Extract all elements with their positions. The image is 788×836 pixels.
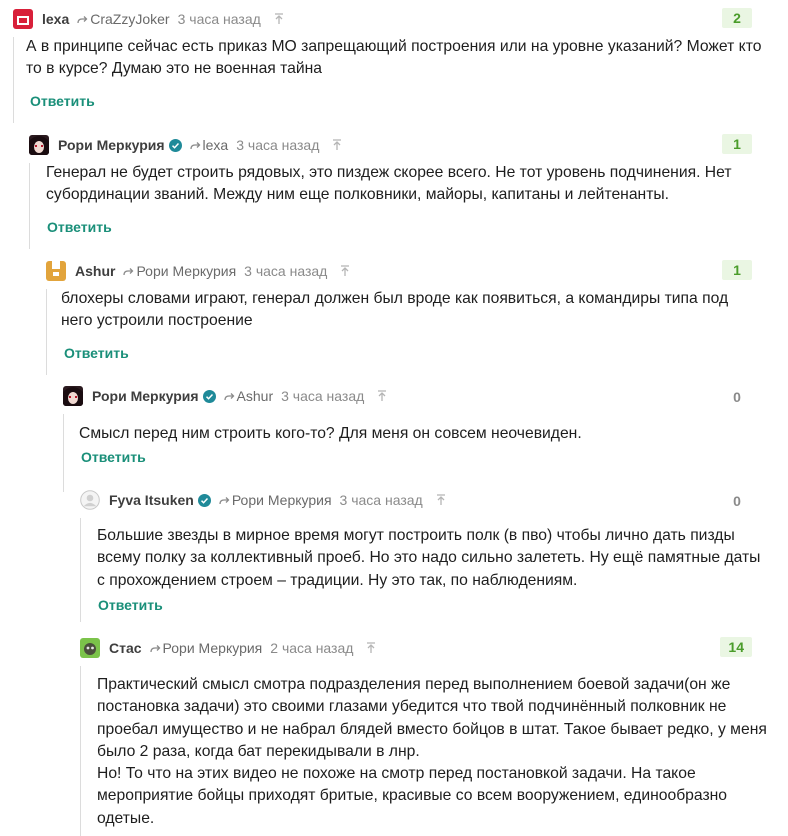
reply-to-name: Ashur [236, 388, 274, 404]
reply-to-name: Рори Меркурия [162, 640, 263, 656]
reply-arrow-icon [223, 392, 234, 400]
go-to-parent-icon[interactable] [377, 390, 387, 402]
rating-score: 2 [722, 8, 752, 28]
reply-to[interactable]: Рори Меркурия [123, 263, 236, 279]
verified-badge-icon [197, 493, 211, 507]
timestamp[interactable]: 3 часа назад [178, 11, 261, 27]
author-name[interactable]: Ashur [75, 263, 115, 279]
reply-to[interactable]: Рори Меркурия [219, 492, 332, 508]
reply-to-name: lexa [202, 137, 229, 153]
reply-to-name: Рори Меркурия [231, 492, 332, 508]
comment-text: Смысл перед ним строить кого-то? Для мен… [79, 425, 582, 442]
reply-to-name: Рори Меркурия [136, 263, 237, 279]
avatar[interactable] [46, 261, 66, 281]
reply-to[interactable]: lexa [189, 137, 229, 153]
reply-arrow-icon [149, 644, 160, 652]
reply-arrow-icon [189, 141, 200, 149]
verified-badge-icon [168, 138, 182, 152]
verified-badge-icon [202, 389, 216, 403]
reply-button[interactable]: Ответить [30, 93, 95, 109]
timestamp[interactable]: 3 часа назад [340, 492, 423, 508]
comment-header: Ashur Рори Меркурия 3 часа назад [46, 261, 350, 281]
comment-text: блохеры словами играют, генерал должен б… [61, 290, 729, 330]
comment-text: Генерал не будет строить рядовых, это пи… [46, 164, 732, 204]
reply-arrow-icon [123, 267, 134, 275]
go-to-parent-icon[interactable] [332, 139, 342, 151]
avatar[interactable] [29, 135, 49, 155]
rating-score: 0 [733, 389, 741, 405]
reply-button[interactable]: Ответить [98, 597, 163, 613]
thread-line[interactable] [29, 163, 30, 249]
timestamp[interactable]: 3 часа назад [281, 388, 364, 404]
go-to-parent-icon[interactable] [340, 265, 350, 277]
comment-text: А в принципе сейчас есть приказ МО запре… [26, 38, 762, 78]
thread-line[interactable] [46, 289, 47, 375]
go-to-parent-icon[interactable] [274, 13, 284, 25]
reply-to-name: CraZzyJoker [90, 11, 170, 27]
comment-text: Практический смысл смотра подразделения … [97, 676, 767, 827]
go-to-parent-icon[interactable] [436, 494, 446, 506]
author-name[interactable]: Стас [109, 640, 142, 656]
rating-score: 0 [733, 493, 741, 509]
reply-to[interactable]: Ashur [223, 388, 274, 404]
avatar[interactable] [13, 9, 33, 29]
timestamp[interactable]: 2 часа назад [270, 640, 353, 656]
reply-arrow-icon [77, 15, 88, 23]
thread-line[interactable] [63, 414, 64, 492]
reply-button[interactable]: Ответить [47, 219, 112, 235]
reply-to[interactable]: Рори Меркурия [149, 640, 263, 656]
reply-button[interactable]: Ответить [64, 345, 129, 361]
reply-button[interactable]: Ответить [81, 449, 146, 465]
thread-line[interactable] [13, 37, 14, 123]
thread-line[interactable] [80, 666, 81, 836]
author-name[interactable]: Fyva Itsuken [109, 492, 194, 508]
rating-score: 1 [722, 134, 752, 154]
comment-text: Большие звезды в мирное время могут пост… [97, 527, 761, 589]
avatar[interactable] [80, 638, 100, 658]
avatar[interactable] [63, 386, 83, 406]
reply-arrow-icon [219, 496, 230, 504]
rating-score: 1 [722, 260, 752, 280]
author-name[interactable]: Рори Меркурия [58, 137, 165, 153]
reply-to[interactable]: CraZzyJoker [77, 11, 170, 27]
comment-header: Стас Рори Меркурия 2 часа назад [80, 638, 376, 658]
comment-header: Рори Меркурия Ashur 3 часа назад [63, 386, 387, 406]
author-name[interactable]: lexa [42, 11, 69, 27]
timestamp[interactable]: 3 часа назад [244, 263, 327, 279]
go-to-parent-icon[interactable] [366, 642, 376, 654]
comment-header: Fyva Itsuken Рори Меркурия 3 часа назад [80, 490, 446, 510]
comment-header: lexa CraZzyJoker 3 часа назад [13, 9, 284, 29]
thread-line[interactable] [80, 518, 81, 622]
timestamp[interactable]: 3 часа назад [236, 137, 319, 153]
rating-score: 14 [720, 637, 752, 657]
author-name[interactable]: Рори Меркурия [92, 388, 199, 404]
avatar[interactable] [80, 490, 100, 510]
comment-header: Рори Меркурия lexa 3 часа назад [29, 135, 342, 155]
